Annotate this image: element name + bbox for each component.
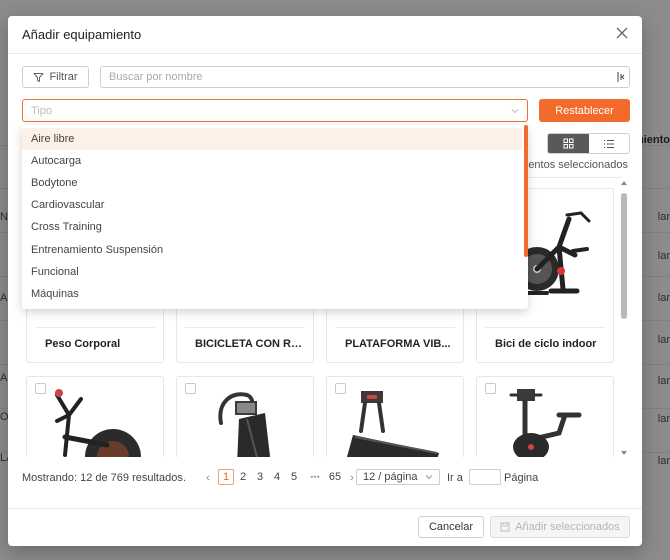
add-equipment-modal: Añadir equipamiento Filtrar Tipo Restabl… (8, 16, 642, 546)
dropdown-option[interactable]: Máquinas (22, 283, 522, 305)
stepper-image (218, 392, 271, 457)
cancel-button[interactable]: Cancelar (418, 516, 484, 538)
card-name: Peso Corporal (45, 338, 121, 350)
card-name: Bici de ciclo indoor (495, 338, 597, 350)
pagination: Mostrando: 12 de 769 resultados. ‹ 1 2 3… (22, 469, 632, 489)
dropdown-option[interactable]: Cardiovascular (22, 194, 522, 216)
type-dropdown: Aire libre Autocarga Bodytone Cardiovasc… (22, 125, 528, 309)
card-name: BICICLETA CON RE... (195, 338, 303, 350)
scroll-up-icon[interactable] (620, 179, 628, 187)
modal-footer: Cancelar Añadir seleccionados (8, 508, 642, 546)
collapse-panel-icon[interactable] (616, 71, 626, 83)
equipment-card[interactable] (326, 376, 464, 457)
grid-scroll-thumb[interactable] (621, 193, 627, 319)
search-field[interactable] (100, 66, 630, 88)
modal-title: Añadir equipamiento (22, 27, 142, 42)
page-1[interactable]: 1 (218, 469, 234, 485)
type-select[interactable]: Tipo (22, 99, 528, 122)
page-2[interactable]: 2 (235, 469, 251, 485)
page-label: Página (504, 472, 539, 484)
reset-button[interactable]: Restablecer (539, 99, 630, 122)
card-name: PLATAFORMA VIB... (345, 338, 451, 350)
page-size-select[interactable]: 12 / página (356, 469, 440, 485)
results-total: Mostrando: 12 de 769 resultados. (22, 472, 186, 484)
dropdown-scrollbar[interactable] (524, 125, 528, 257)
dropdown-option[interactable]: Cross Training (22, 216, 522, 238)
goto-page-input[interactable] (469, 469, 501, 485)
card-checkbox[interactable] (35, 383, 46, 394)
grid-view-button[interactable] (548, 134, 589, 153)
scroll-down-icon[interactable] (620, 449, 628, 457)
selected-count-text: mentos seleccionados (519, 159, 628, 171)
dropdown-option[interactable]: Aire libre (22, 128, 522, 150)
dropdown-option[interactable]: Bodytone (22, 172, 522, 194)
save-icon (500, 522, 510, 532)
equipment-card[interactable] (476, 376, 614, 457)
close-icon[interactable] (615, 26, 629, 40)
page-last[interactable]: 65 (326, 469, 344, 485)
search-input[interactable] (101, 67, 601, 87)
page-4[interactable]: 4 (269, 469, 285, 485)
grid-scrollbar[interactable] (620, 179, 628, 457)
card-divider (335, 327, 455, 328)
type-select-placeholder: Tipo (31, 105, 52, 117)
prev-page-icon[interactable]: ‹ (202, 471, 214, 485)
equipment-card[interactable] (26, 376, 164, 457)
page-5[interactable]: 5 (286, 469, 302, 485)
card-checkbox[interactable] (185, 383, 196, 394)
goto-label: Ir a (447, 472, 463, 484)
dropdown-option[interactable]: Autocarga (22, 150, 522, 172)
list-view-button[interactable] (589, 134, 630, 153)
card-divider (185, 327, 305, 328)
list-icon (603, 139, 614, 148)
view-toggle (547, 133, 630, 154)
card-divider (485, 327, 605, 328)
dropdown-option[interactable]: Funcional (22, 261, 522, 283)
funnel-icon (33, 72, 44, 82)
chevron-down-icon (511, 109, 519, 114)
page-3[interactable]: 3 (252, 469, 268, 485)
upright-bike-image (509, 389, 582, 457)
modal-header: Añadir equipamiento (8, 16, 642, 54)
filter-button-label: Filtrar (49, 71, 78, 83)
add-selected-button[interactable]: Añadir seleccionados (490, 516, 630, 538)
add-selected-label: Añadir seleccionados (515, 521, 620, 533)
card-divider (35, 327, 155, 328)
dropdown-option[interactable]: Entrenamiento Suspensión (22, 239, 522, 261)
filter-button[interactable]: Filtrar (22, 66, 89, 88)
equipment-card[interactable] (176, 376, 314, 457)
page-size-value: 12 / página (363, 471, 418, 483)
elliptical-image (55, 389, 141, 457)
treadmill-image (347, 391, 439, 457)
page-ellipsis[interactable]: ••• (304, 469, 326, 485)
grid-icon (563, 138, 574, 149)
chevron-down-icon (425, 475, 433, 480)
card-checkbox[interactable] (485, 383, 496, 394)
